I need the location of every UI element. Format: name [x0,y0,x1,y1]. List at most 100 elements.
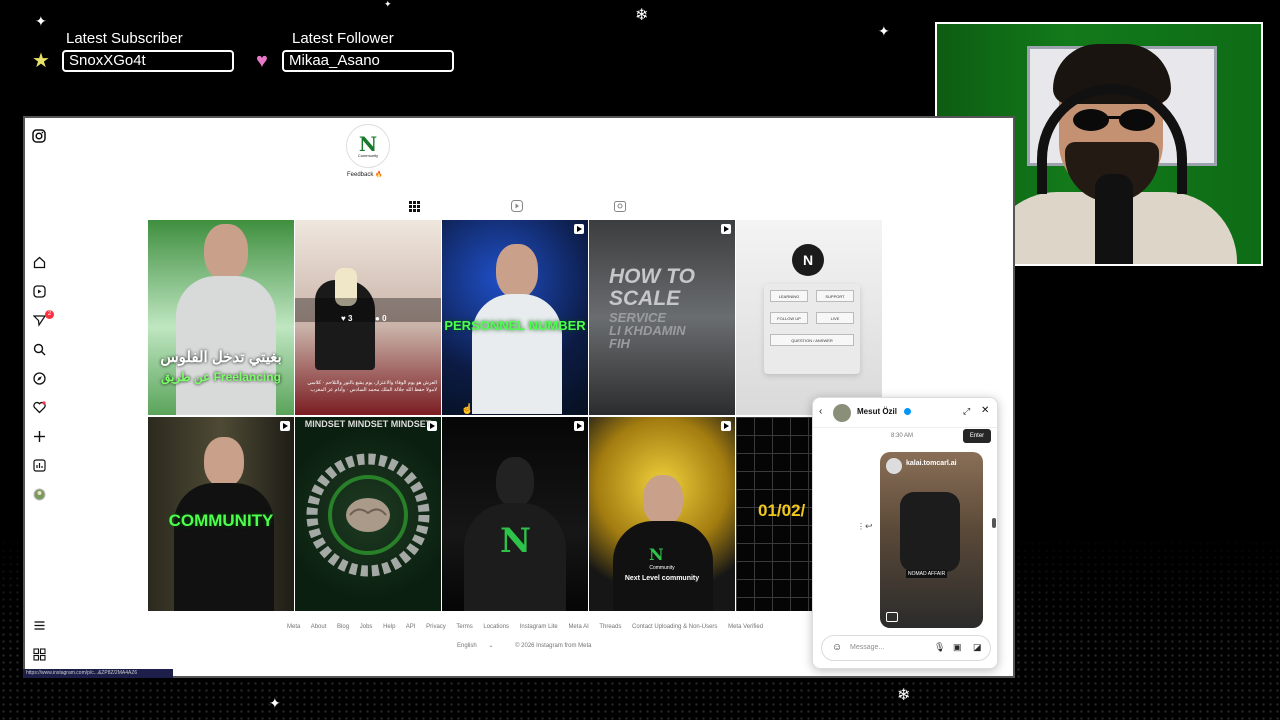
chevron-down-icon: ⌄ [488,643,494,649]
mindset-ring [306,453,430,577]
latest-follower-widget: Latest Follower ♥ Mikaa_Asano [256,30,461,76]
language-label: English [457,643,477,649]
post-silhouette[interactable]: N [442,417,588,611]
image-icon[interactable]: ▣ [953,642,962,653]
post-text-how-to: HOW TO [609,265,695,288]
reel-icon [280,421,290,431]
tab-tagged-icon[interactable] [612,200,628,216]
microphone-icon[interactable]: 🎙 [934,642,945,653]
instagram-logo-icon[interactable] [31,129,47,145]
post-text-freelancing: عن طريق Freelancing [161,370,281,384]
post-text-community: COMMUNITY [168,511,274,530]
post-community-menu[interactable]: N LEARNING SUPPORT FOLLOW UP LIVE QUESTI… [736,220,882,415]
footer-link[interactable]: Instagram Lite [520,624,558,630]
contact-avatar[interactable] [833,404,851,422]
messages-icon[interactable]: 2 [31,310,54,330]
menu-follow-up: FOLLOW UP [770,312,808,324]
chat-scrollbar[interactable] [992,518,996,528]
tab-posts-grid-icon[interactable] [406,200,422,216]
sparkle-icon: ✦ [35,13,47,29]
post-freelancing[interactable]: بغيتي تدخل الفلوس عن طريق Freelancing [148,220,294,415]
footer-link[interactable]: Help [383,624,395,630]
shared-reel-username: kalai.tomcarl.ai [906,460,957,467]
highlight-feedback-label[interactable]: Feedback 🔥 [347,171,383,178]
message-input-bar[interactable]: ☺ Message... 🎙 ▣ ◪ [821,635,991,661]
footer-bottom: English ⌄ © 2026 Instagram from Meta [457,642,602,649]
message-input[interactable]: Message... [850,644,884,651]
menu-card: LEARNING SUPPORT FOLLOW UP LIVE QUESTION… [764,284,860,374]
create-plus-icon[interactable] [31,430,47,446]
footer-link[interactable]: Terms [456,624,472,630]
footer-link[interactable]: Jobs [360,624,373,630]
snowflake-icon: ❄ [897,687,911,704]
post-text-community-small: Community [649,565,675,571]
language-select[interactable]: English ⌄ [457,643,503,649]
sparkle-icon: ✦ [878,23,890,39]
hover-overlay [295,298,441,322]
footer-link[interactable]: About [311,624,327,630]
expand-icon[interactable]: ⤢ [963,406,970,417]
menu-live: LIVE [816,312,854,324]
back-chevron-icon[interactable]: ‹ [819,407,822,417]
post-community[interactable]: COMMUNITY [148,417,294,611]
post-personnel-number[interactable]: PERSONNEL NUMBER [442,220,588,415]
footer-link[interactable]: Meta Verified [728,624,763,630]
menu-learning: LEARNING [770,290,808,302]
footer-link[interactable]: Locations [483,624,509,630]
post-how-to-scale[interactable]: HOW TO SCALE SERVICE LI KHDAMIN FIH [589,220,735,415]
profile-avatar-icon[interactable] [31,488,47,504]
footer-link[interactable]: Meta AI [568,624,588,630]
star-icon: ★ [32,50,50,72]
notifications-heart-icon[interactable] [31,401,47,417]
chat-header: ‹ Mesut Özil ⤢ ✕ [813,398,997,428]
post-text-fih: FIH [609,336,630,351]
community-logo-letter: N [649,545,664,564]
sparkle-icon: ✦ [269,695,281,711]
dashboard-icon[interactable] [31,459,47,475]
chat-popup: ‹ Mesut Özil ⤢ ✕ 8:30 AM Enter ⋮ ↩ kalai… [812,397,998,669]
person-figure [613,475,713,611]
more-menu-icon[interactable] [31,619,47,635]
post-text-personnel-number: PERSONNEL NUMBER [444,318,586,333]
silhouette-logo: N [500,521,532,561]
footer-link[interactable]: Contact Uploading & Non-Users [632,624,717,630]
post-text-arabic: بغيتي تدخل الفلوس [160,349,282,366]
tab-reels-icon[interactable] [509,200,525,216]
home-icon[interactable] [31,256,47,272]
shared-reel[interactable]: kalai.tomcarl.ai NOMAD AFFAIR [880,452,983,628]
latest-subscriber-value: SnoxXGo4t [62,50,234,72]
messages-badge: 2 [45,310,54,319]
footer-link[interactable]: Blog [337,624,349,630]
reply-icon[interactable]: ↩ [865,521,873,532]
footer-link[interactable]: API [406,624,416,630]
post-horse[interactable]: ♥ 3 ● 0 العرش هو يوم الوفاء والاعتزاز، ي… [295,220,441,415]
post-text-next-level: Next Level community [624,575,700,582]
reels-icon[interactable] [31,285,47,301]
mouse-cursor-icon: ☝ [461,404,474,415]
emoji-icon[interactable]: ☺ [832,642,842,653]
post-mindset[interactable]: MINDSET MINDSET MINDSET [295,417,441,611]
menu-question-answer: QUESTION / ANSWER [770,334,854,346]
search-icon[interactable] [31,343,47,359]
contact-name[interactable]: Mesut Özil [857,407,897,416]
profile-picture[interactable]: N Community [346,124,390,168]
latest-follower-value: Mikaa_Asano [282,50,454,72]
likes-count: 3 [347,314,353,323]
also-from-meta-icon[interactable] [31,648,47,664]
footer-link[interactable]: Privacy [426,624,446,630]
reel-icon [574,421,584,431]
close-icon[interactable]: ✕ [981,405,989,416]
footer-link[interactable]: Meta [287,624,300,630]
post-next-level[interactable]: N Community Next Level community [589,417,735,611]
post-likes: ♥ 3 [341,314,353,323]
verified-badge-icon [904,408,911,415]
latest-follower-title: Latest Follower [292,30,394,47]
sticker-icon[interactable]: ◪ [973,642,982,653]
heart-icon: ♥ [256,50,268,72]
explore-icon[interactable] [31,372,47,388]
instagram-sidebar: 2 [25,118,54,676]
footer-link[interactable]: Threads [599,624,621,630]
reel-icon [721,224,731,234]
snowflake-icon: ❄ [635,7,649,24]
message-options-icon[interactable]: ⋮ [857,522,865,531]
